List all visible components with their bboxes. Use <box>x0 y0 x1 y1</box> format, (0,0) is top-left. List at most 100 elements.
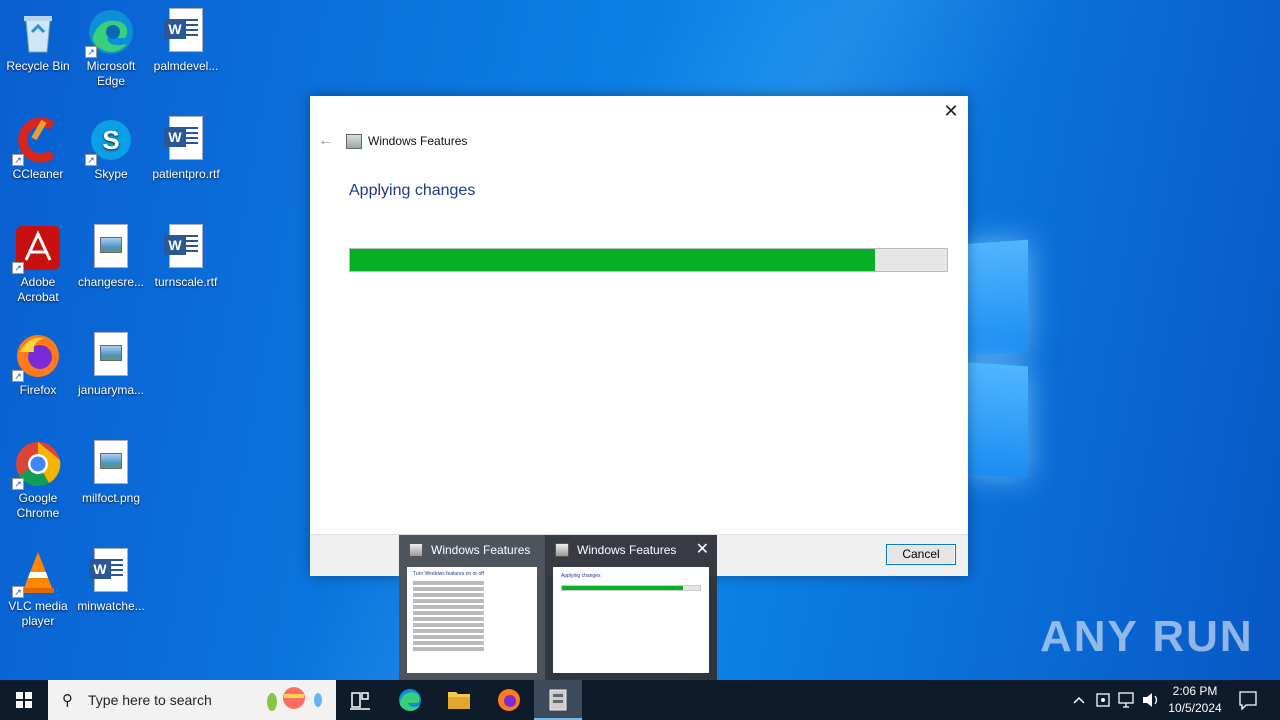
desktop-icon-milfoct[interactable]: milfoct.png <box>73 440 149 506</box>
task-view-icon <box>350 692 370 710</box>
taskbar-edge-button[interactable] <box>386 680 434 720</box>
ccleaner-icon: ↗ <box>12 116 62 166</box>
taskbar: ⚲ Type here to search 2:06 PM 10/5/2024 <box>0 680 1280 720</box>
progress-bar-fill <box>350 249 876 271</box>
taskbar-windows-features-button[interactable] <box>534 680 582 720</box>
windows-features-icon <box>409 543 423 557</box>
image-file-icon <box>87 332 135 380</box>
desktop-icon-minwatche[interactable]: W minwatche... <box>73 548 149 614</box>
vlc-icon: ↗ <box>12 548 62 598</box>
chrome-icon: ↗ <box>12 440 62 490</box>
task-view-button[interactable] <box>336 680 384 720</box>
desktop-icon-label: Recycle Bin <box>6 59 70 73</box>
desktop-icon-label: Firefox <box>19 383 57 397</box>
network-icon <box>1118 692 1134 708</box>
progress-bar <box>349 248 948 272</box>
windows-logo-icon <box>16 692 32 708</box>
desktop-icon-label: patientpro.rtf <box>152 167 220 181</box>
volume-button[interactable] <box>1140 680 1162 720</box>
clock-time: 2:06 PM <box>1172 684 1218 698</box>
recycle-bin-icon <box>14 8 62 56</box>
desktop-icon-chrome[interactable]: ↗ Google Chrome <box>0 440 76 521</box>
thumbnail-window-1[interactable]: Windows Features Turn Windows features o… <box>399 535 545 680</box>
thumbnail-window-2[interactable]: Windows Features ✕ Applying changes <box>545 535 717 680</box>
edge-icon <box>399 689 421 711</box>
chevron-up-icon <box>1073 696 1085 704</box>
taskbar-file-explorer-button[interactable] <box>435 680 483 720</box>
clock-date: 10/5/2024 <box>1168 701 1222 715</box>
desktop-icon-changesre[interactable]: changesre... <box>73 224 149 290</box>
search-box[interactable]: ⚲ Type here to search <box>48 680 336 720</box>
action-center-button[interactable] <box>1234 680 1262 720</box>
desktop-icon-januaryma[interactable]: januaryma... <box>73 332 149 398</box>
word-doc-icon: W <box>162 116 210 164</box>
desktop-icon-label: palmdevel... <box>153 59 219 73</box>
acrobat-icon: ↗ <box>12 224 62 274</box>
desktop-icon-recycle-bin[interactable]: Recycle Bin <box>0 8 76 74</box>
thumbnail-progress-fill <box>562 586 684 590</box>
anyrun-watermark: ANY RUN <box>1040 612 1254 661</box>
dialog-title: Windows Features <box>368 134 468 148</box>
thumbnail-preview: Turn Windows features on or off <box>407 567 537 673</box>
thumbnail-preview-heading: Turn Windows features on or off <box>413 571 484 577</box>
desktop-icon-ccleaner[interactable]: ↗ CCleaner <box>0 116 76 182</box>
firefox-icon <box>498 689 520 711</box>
desktop-icon-label: Microsoft Edge <box>86 59 136 88</box>
desktop-icon-label: Skype <box>94 167 128 181</box>
skype-icon: S ↗ <box>85 116 135 166</box>
start-button[interactable] <box>0 680 48 720</box>
word-doc-icon: W <box>162 8 210 56</box>
desktop-icon-patientpro[interactable]: W patientpro.rtf <box>148 116 224 182</box>
thumbnail-close-icon[interactable]: ✕ <box>696 539 709 559</box>
windows-features-icon <box>346 134 362 149</box>
thumbnail-progress-bar <box>561 585 701 591</box>
word-doc-icon: W <box>162 224 210 272</box>
desktop-icon-label: changesre... <box>77 275 145 289</box>
thumbnail-title: Windows Features <box>431 543 531 557</box>
desktop-icon-turnscale[interactable]: W turnscale.rtf <box>148 224 224 290</box>
svg-text:S: S <box>102 125 119 155</box>
back-arrow-icon[interactable]: ← <box>318 132 334 150</box>
search-input[interactable]: Type here to search <box>88 692 212 708</box>
desktop-icon-label: januaryma... <box>77 383 145 397</box>
desktop-icon-label: CCleaner <box>12 167 64 181</box>
image-file-icon <box>87 224 135 272</box>
desktop-icon-acrobat[interactable]: ↗ Adobe Acrobat <box>0 224 76 305</box>
firefox-icon: ↗ <box>12 332 62 382</box>
device-icon <box>1096 693 1110 707</box>
taskbar-clock[interactable]: 2:06 PM 10/5/2024 <box>1162 683 1228 717</box>
windows-features-icon <box>555 543 569 557</box>
desktop-icon-skype[interactable]: S ↗ Skype <box>73 116 149 182</box>
desktop-icon-edge[interactable]: ↗ Microsoft Edge <box>73 8 149 89</box>
desktop-icon-palmdevel[interactable]: W palmdevel... <box>148 8 224 74</box>
show-hidden-icons-button[interactable] <box>1068 680 1090 720</box>
wallpaper-windows-logo <box>960 232 1030 482</box>
network-button[interactable] <box>1116 680 1138 720</box>
tray-app-icon[interactable] <box>1092 680 1114 720</box>
thumbnail-title: Windows Features <box>577 543 677 557</box>
thumbnail-preview: Applying changes <box>553 567 709 673</box>
folder-icon <box>448 692 470 709</box>
image-file-icon <box>87 440 135 488</box>
thumbnail-preview-heading: Applying changes <box>561 573 601 579</box>
desktop-icon-firefox[interactable]: ↗ Firefox <box>0 332 76 398</box>
taskbar-thumbnail-popup: Windows Features Turn Windows features o… <box>399 535 717 680</box>
word-doc-icon: W <box>87 548 135 596</box>
edge-icon: ↗ <box>85 8 135 58</box>
taskbar-firefox-button[interactable] <box>485 680 533 720</box>
desktop-icon-label: turnscale.rtf <box>154 275 218 289</box>
desktop-icon-label: milfoct.png <box>81 491 141 505</box>
desktop-icon-label: VLC media player <box>8 599 68 628</box>
desktop-icon-label: Adobe Acrobat <box>17 275 59 304</box>
notification-icon <box>1239 691 1257 711</box>
close-icon[interactable]: ✕ <box>942 102 960 120</box>
speaker-icon <box>1143 693 1158 707</box>
windows-features-icon <box>549 689 567 711</box>
dialog-heading: Applying changes <box>349 182 476 199</box>
search-icon: ⚲ <box>62 692 73 709</box>
desktop-icon-vlc[interactable]: ↗ VLC media player <box>0 548 76 629</box>
windows-features-dialog: ✕ ← Windows Features Applying changes Ca… <box>310 96 968 576</box>
search-highlight-icon <box>258 684 328 718</box>
cancel-button[interactable]: Cancel <box>886 544 956 565</box>
desktop-icon-label: Google Chrome <box>16 491 60 520</box>
